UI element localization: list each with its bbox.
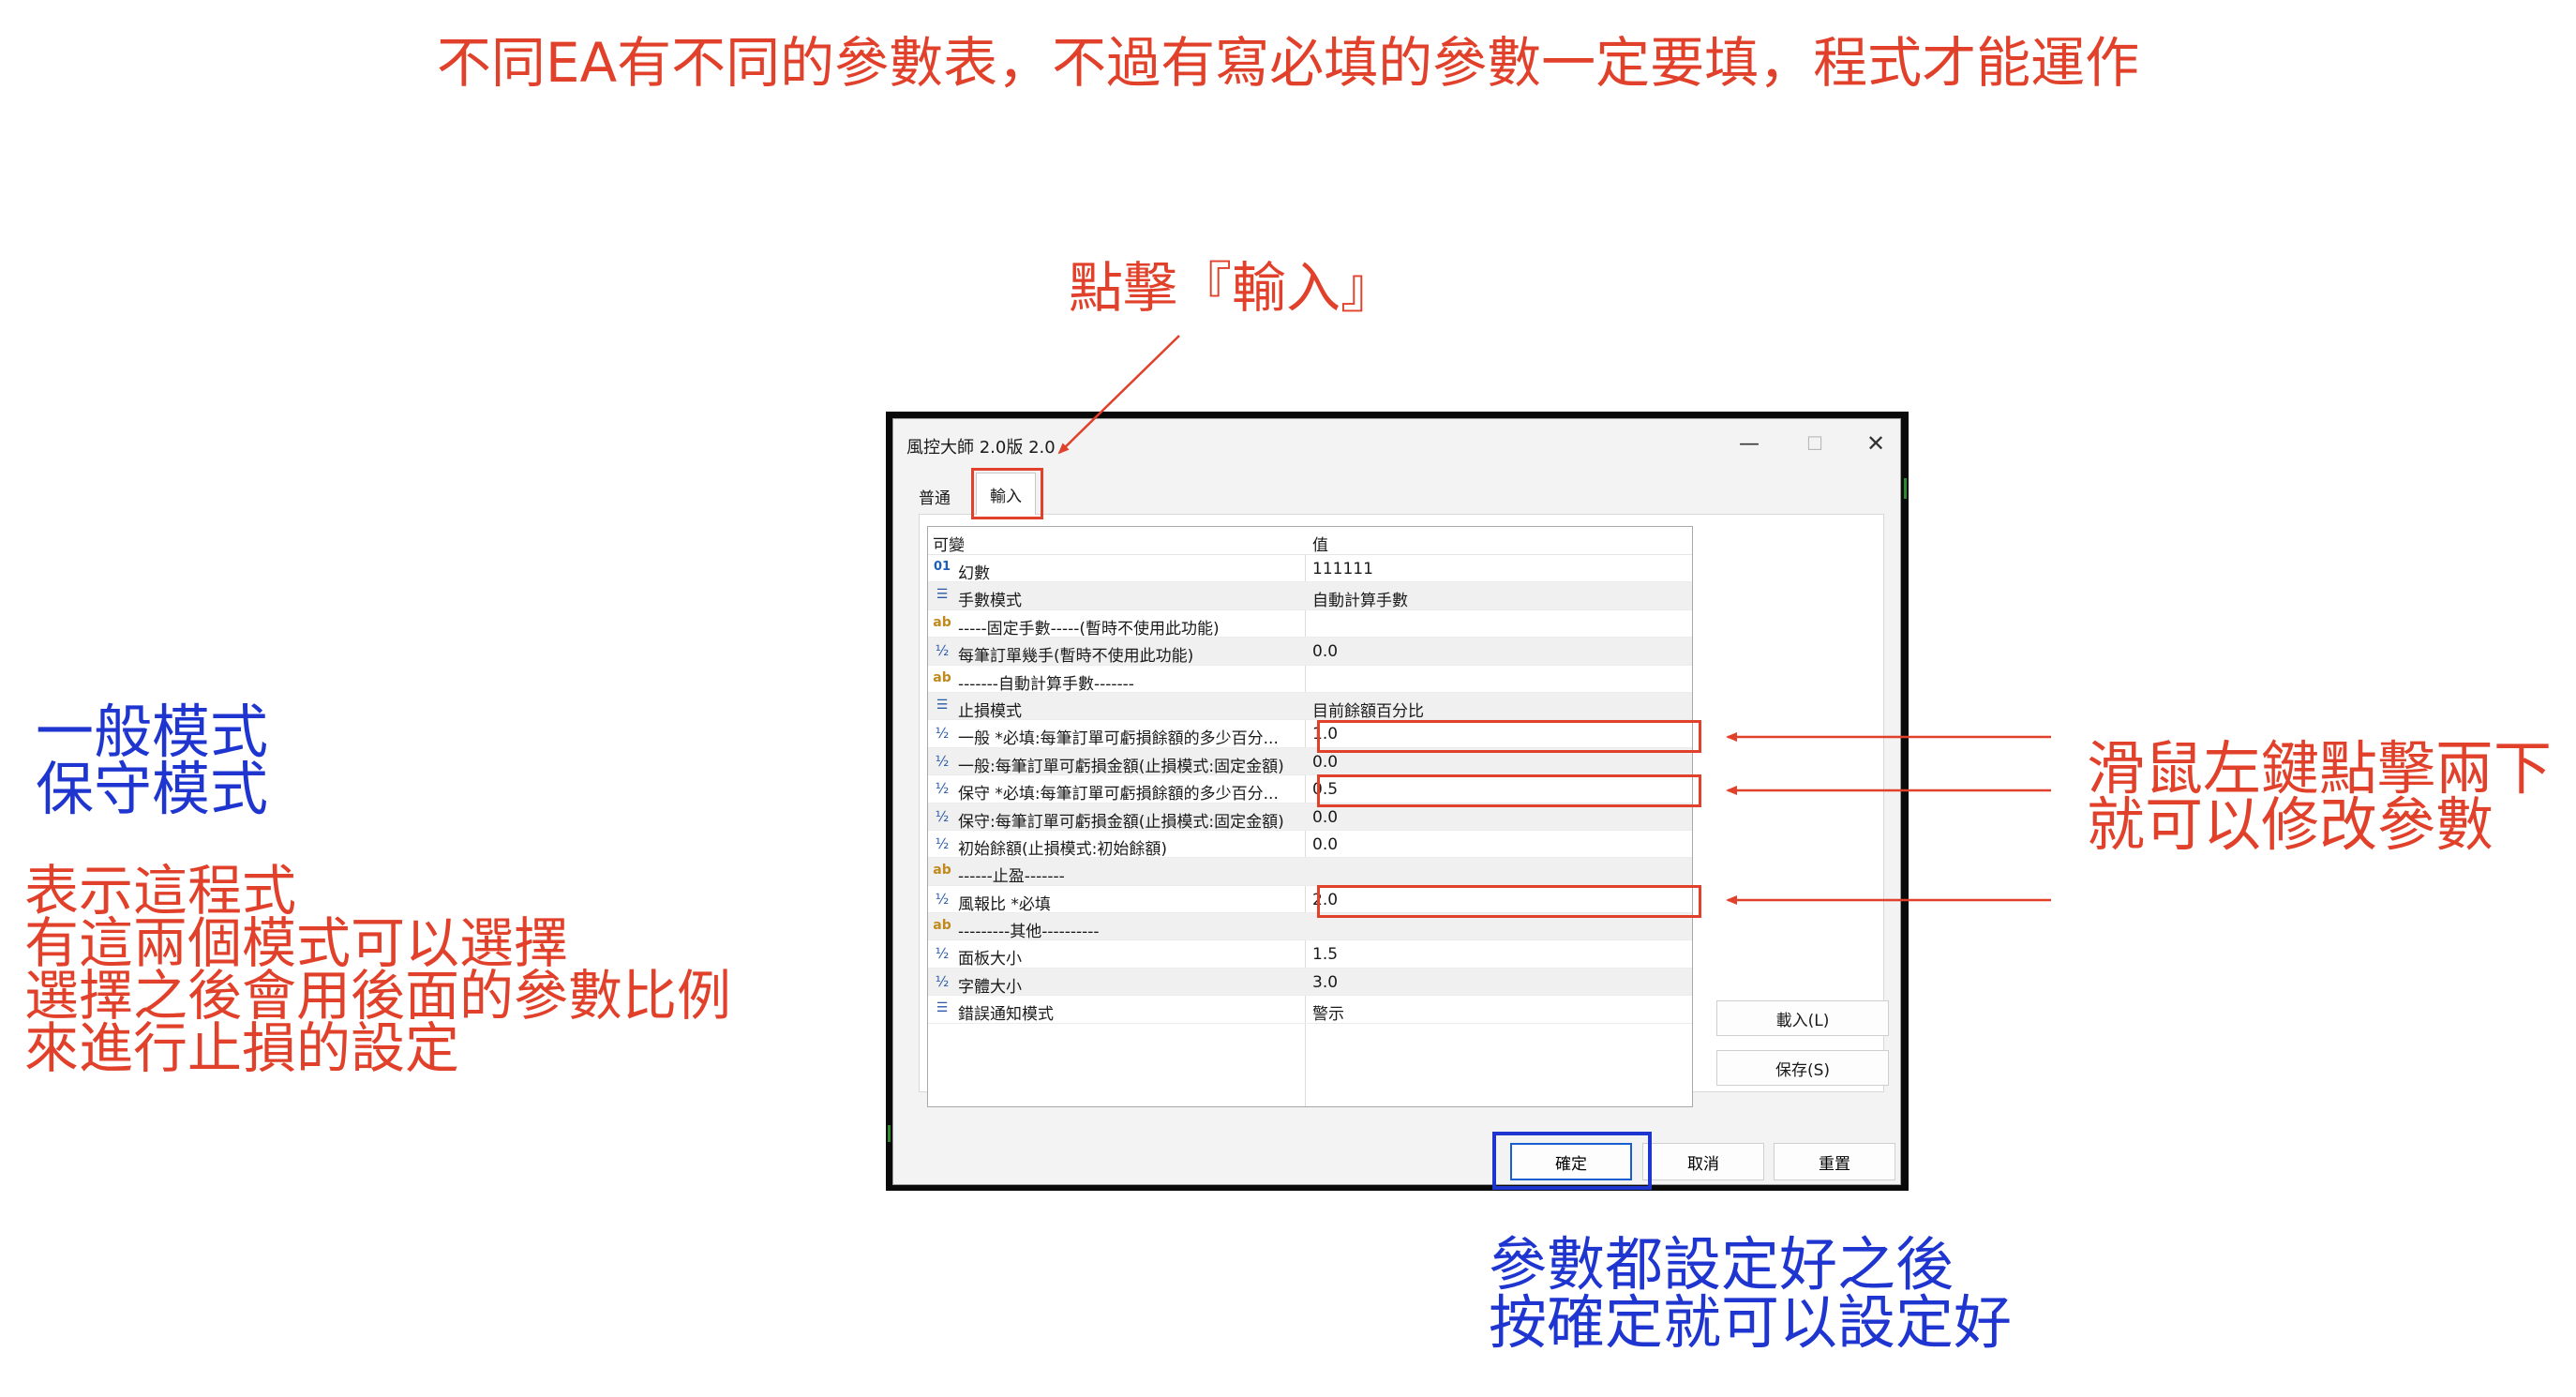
dialog-title: 風控大師 2.0版 2.0: [906, 438, 1056, 458]
enum-icon: ☰: [936, 1000, 949, 1016]
maximize-button[interactable]: ☐: [1789, 427, 1841, 460]
int-icon: 01: [933, 560, 951, 574]
cancel-button[interactable]: 取消: [1642, 1143, 1764, 1180]
parameter-value[interactable]: 3.0: [1312, 973, 1338, 992]
double-icon: ½: [935, 945, 950, 963]
parameter-name: ---------其他----------: [958, 923, 1100, 942]
column-header-value[interactable]: 值: [1312, 532, 1328, 555]
double-icon: ½: [935, 807, 950, 825]
parameter-name: 錯誤通知模式: [958, 1005, 1054, 1025]
tab-input-highlight: [971, 468, 1043, 519]
after-set-line: 按確定就可以設定好: [1489, 1288, 2013, 1357]
parameter-name: 一般:每筆訂單可虧損金額(止損模式:固定金額): [958, 757, 1284, 776]
parameter-name: 手數模式: [958, 592, 1022, 611]
parameter-row[interactable]: ½ 初始餘額(止損模式:初始餘額) 0.0: [928, 831, 1692, 859]
string-icon: ab: [933, 614, 951, 630]
parameter-name: 每筆訂單幾手(暫時不使用此功能): [958, 647, 1194, 667]
parameter-value[interactable]: 0.0: [1312, 642, 1338, 661]
double-icon: ½: [935, 972, 950, 990]
parameter-name: -------自動計算手數-------: [958, 674, 1134, 694]
double-icon: ½: [935, 752, 950, 770]
after-set-line: 參數都設定好之後: [1489, 1230, 1954, 1299]
parameter-row[interactable]: ☰ 手數模式 自動計算手數: [928, 582, 1692, 611]
chart-grid-tick: [1904, 478, 1907, 499]
parameter-name: 止損模式: [958, 701, 1022, 721]
mode-description-note: 表示這程式 有這兩個模式可以選擇 選擇之後會用後面的參數比例 來進行止損的設定: [24, 859, 732, 1080]
parameter-row[interactable]: ½ 面板大小 1.5: [928, 940, 1692, 969]
enum-icon: ☰: [936, 697, 949, 713]
parameter-name: 保守:每筆訂單可虧損金額(止損模式:固定金額): [958, 812, 1284, 832]
value-highlight-normal: [1317, 720, 1701, 753]
parameter-value[interactable]: 0.0: [1312, 808, 1338, 827]
close-button[interactable]: ✕: [1850, 427, 1902, 460]
mode-description-line: 有這兩個模式可以選擇: [24, 911, 569, 975]
parameter-value[interactable]: 自動計算手數: [1312, 587, 1408, 610]
double-icon: ½: [935, 780, 950, 798]
parameter-row[interactable]: ☰ 止損模式 目前餘額百分比: [928, 692, 1692, 721]
parameter-row[interactable]: ab -----固定手數-----(暫時不使用此功能): [928, 610, 1692, 638]
parameter-row[interactable]: ½ 字體大小 3.0: [928, 968, 1692, 997]
parameter-row[interactable]: 01 幻數 111111: [928, 555, 1692, 583]
dialog-titlebar[interactable]: 風控大師 2.0版 2.0 — ☐ ✕: [893, 419, 1900, 468]
value-highlight-conservative: [1317, 774, 1701, 807]
top-title-note: 不同EA有不同的參數表，不過有寫必填的參數一定要填，程式才能運作: [436, 31, 2140, 95]
string-icon: ab: [933, 918, 951, 934]
parameter-name: -----固定手數-----(暫時不使用此功能): [958, 619, 1220, 638]
parameter-grid: 可變 值 01 幻數 111111 ☰ 手數模式 自動計算手數 ab -----固定手數---…: [927, 526, 1693, 1107]
reset-button[interactable]: 重置: [1774, 1143, 1895, 1180]
grid-header: 可變 值: [928, 527, 1692, 555]
string-icon: ab: [933, 863, 951, 879]
parameter-value[interactable]: 1.5: [1312, 945, 1338, 964]
double-icon: ½: [935, 642, 950, 660]
parameter-name: 面板大小: [958, 950, 1022, 969]
chart-grid-tick: [888, 1125, 891, 1142]
parameter-value[interactable]: 111111: [1312, 560, 1373, 578]
parameter-value[interactable]: 警示: [1312, 1000, 1344, 1024]
parameter-name: 初始餘額(止損模式:初始餘額): [958, 839, 1167, 859]
column-header-variable[interactable]: 可變: [933, 532, 965, 555]
parameter-name: 保守 *必填:每筆訂單可虧損餘額的多少百分...: [958, 785, 1279, 804]
load-button[interactable]: 載入(L): [1716, 1000, 1889, 1036]
mode-description-line: 選擇之後會用後面的參數比例: [24, 964, 732, 1028]
save-button[interactable]: 保存(S): [1716, 1050, 1889, 1086]
string-icon: ab: [933, 669, 951, 685]
double-click-line: 滑鼠左鍵點擊兩下: [2087, 734, 2553, 803]
parameter-row[interactable]: ½ 每筆訂單幾手(暫時不使用此功能) 0.0: [928, 638, 1692, 667]
parameter-value[interactable]: 0.0: [1312, 835, 1338, 854]
parameter-name: 幻數: [958, 564, 990, 583]
double-icon: ½: [935, 834, 950, 852]
double-click-line: 就可以修改參數: [2087, 790, 2494, 859]
parameter-row[interactable]: ab ------止盈-------: [928, 858, 1692, 887]
double-click-note: 滑鼠左鍵點擊兩下 就可以修改參數: [2087, 734, 2553, 859]
parameter-row[interactable]: ab -------自動計算手數-------: [928, 666, 1692, 694]
parameter-name: 一般 *必填:每筆訂單可虧損餘額的多少百分...: [958, 729, 1279, 749]
mode-note-line: 一般模式: [36, 698, 269, 766]
double-icon: ½: [935, 890, 950, 908]
minimize-button[interactable]: —: [1723, 427, 1775, 460]
double-icon: ½: [935, 725, 950, 743]
value-highlight-risk-reward: [1317, 885, 1701, 918]
parameter-name: ------止盈-------: [958, 867, 1065, 887]
ok-button-highlight: [1492, 1132, 1652, 1190]
mode-description-line: 表示這程式: [24, 859, 297, 923]
after-set-note: 參數都設定好之後 按確定就可以設定好: [1489, 1236, 2012, 1352]
parameter-name: 風報比 *必填: [958, 894, 1051, 914]
parameter-value[interactable]: 目前餘額百分比: [1312, 698, 1424, 721]
click-input-note: 點擊『輸入』: [1069, 256, 1396, 320]
parameter-name: 字體大小: [958, 977, 1022, 997]
parameter-row[interactable]: ☰ 錯誤通知模式 警示: [928, 996, 1692, 1025]
tab-general[interactable]: 普通: [919, 485, 951, 508]
parameter-value[interactable]: 0.0: [1312, 753, 1338, 772]
enum-icon: ☰: [936, 587, 949, 603]
mode-description-line: 來進行止損的設定: [24, 1016, 460, 1080]
mode-note-line: 保守模式: [36, 755, 269, 823]
mode-note: 一般模式 保守模式: [36, 698, 269, 823]
